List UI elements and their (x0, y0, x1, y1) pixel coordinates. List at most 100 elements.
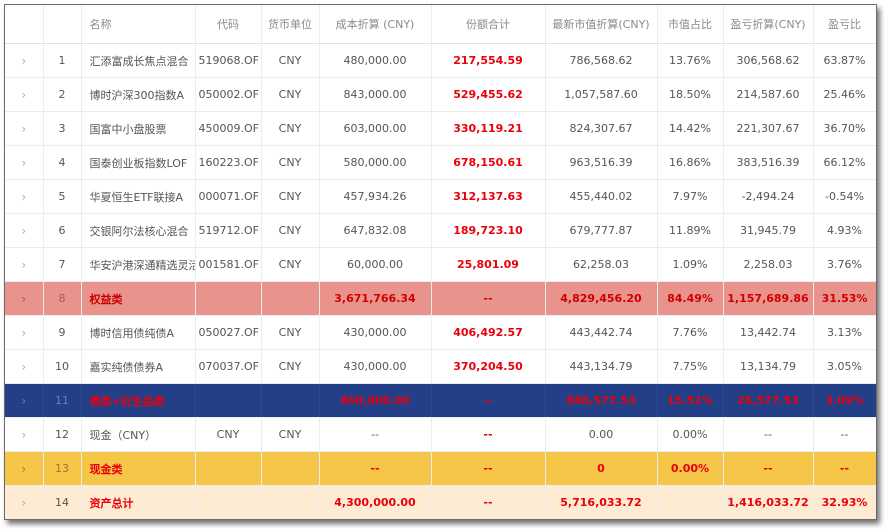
row-code: 000071.OF (195, 179, 262, 214)
row-code: 050002.OF (195, 77, 262, 112)
table-row[interactable]: › 10 嘉实纯债债券A 070037.OF CNY 430,000.00 370,204.… (5, 349, 876, 384)
row-index: 7 (43, 247, 82, 282)
header-pnl[interactable]: 盈亏折算(CNY) (723, 5, 814, 44)
expand-chevron-icon[interactable]: › (5, 485, 44, 519)
header-index (43, 5, 82, 44)
table-row[interactable]: › 2 博时沪深300指数A 050002.OF CNY 843,000.00 529,45… (5, 77, 876, 112)
row-cost: 647,832.08 (319, 213, 432, 248)
expand-chevron-icon[interactable]: › (5, 451, 44, 486)
row-pnl: 221,307.67 (723, 111, 814, 146)
table-row[interactable]: › 1 汇添富成长焦点混合 519068.OF CNY 480,000.00 217,554… (5, 43, 876, 78)
portfolio-table-panel: 名称 代码 货币单位 成本折算 (CNY) 份额合计 最新市值折算(CNY) 市… (4, 4, 877, 520)
summary-row-equity[interactable]: › 8 权益类 3,671,766.34 -- 4,829,456.20 84.49% 1,1… (5, 281, 876, 316)
row-currency: CNY (261, 111, 320, 146)
table-row[interactable]: › 12 现金（CNY） CNY CNY -- -- 0.00 0.00% -- -- (5, 417, 876, 452)
row-currency: CNY (261, 43, 320, 78)
row-market-value: 443,134.79 (545, 349, 658, 384)
row-currency (261, 281, 320, 316)
row-market-value: 62,258.03 (545, 247, 658, 282)
row-index: 3 (43, 111, 82, 146)
row-index: 2 (43, 77, 82, 112)
expand-chevron-icon[interactable]: › (5, 179, 44, 214)
row-index: 10 (43, 349, 82, 384)
row-pnl: -- (723, 451, 814, 486)
row-currency: CNY (261, 77, 320, 112)
expand-chevron-icon[interactable]: › (5, 43, 44, 78)
row-shares: 406,492.57 (431, 315, 546, 350)
expand-chevron-icon[interactable]: › (5, 281, 44, 316)
row-pnl: 306,568.62 (723, 43, 814, 78)
row-name: 资产总计 (81, 485, 196, 519)
row-mv-percent: 15.51% (657, 383, 724, 418)
row-pnl-ratio: 4.93% (813, 213, 876, 248)
row-market-value: 963,516.39 (545, 145, 658, 180)
expand-chevron-icon[interactable]: › (5, 349, 44, 384)
header-pnl-ratio[interactable]: 盈亏比 (813, 5, 876, 44)
row-index: 6 (43, 213, 82, 248)
row-cost: -- (319, 451, 432, 486)
row-pnl-ratio: 66.12% (813, 145, 876, 180)
row-currency: CNY (261, 145, 320, 180)
header-row: 名称 代码 货币单位 成本折算 (CNY) 份额合计 最新市值折算(CNY) 市… (5, 5, 876, 44)
row-mv-percent: 7.75% (657, 349, 724, 384)
holdings-table: 名称 代码 货币单位 成本折算 (CNY) 份额合计 最新市值折算(CNY) 市… (5, 5, 876, 519)
expand-chevron-icon[interactable]: › (5, 77, 44, 112)
header-shares[interactable]: 份额合计 (431, 5, 546, 44)
row-market-value: 455,440.02 (545, 179, 658, 214)
table-row[interactable]: › 3 国富中小盘股票 450009.OF CNY 603,000.00 330,119.2… (5, 111, 876, 146)
row-shares: 189,723.10 (431, 213, 546, 248)
table-row[interactable]: ›7华安沪港深通精选灵活配001581.OFCNY60,000.0025,801… (5, 247, 876, 282)
expand-chevron-icon[interactable]: › (5, 213, 44, 248)
row-index: 5 (43, 179, 82, 214)
row-currency: CNY (261, 349, 320, 384)
row-shares: -- (431, 281, 546, 316)
row-mv-percent: 18.50% (657, 77, 724, 112)
header-mv-percent[interactable]: 市值占比 (657, 5, 724, 44)
expand-chevron-icon[interactable]: › (5, 383, 44, 418)
row-name: 债类+衍生品类 (81, 383, 196, 418)
row-mv-percent: 16.86% (657, 145, 724, 180)
row-name: 博时沪深300指数A (81, 77, 196, 112)
row-name: 华夏恒生ETF联接A (81, 179, 196, 214)
row-currency (261, 485, 320, 519)
table-row[interactable]: › 5 华夏恒生ETF联接A 000071.OF CNY 457,934.26 312,13… (5, 179, 876, 214)
row-name: 交银阿尔法核心混合 (81, 213, 196, 248)
row-shares: 330,119.21 (431, 111, 546, 146)
row-pnl: 13,134.79 (723, 349, 814, 384)
summary-row-cash[interactable]: › 13 现金类 -- -- 0 0.00% -- -- (5, 451, 876, 486)
row-code: CNY (195, 417, 262, 452)
expand-chevron-icon[interactable]: › (5, 111, 44, 146)
expand-chevron-icon[interactable]: › (5, 417, 44, 452)
table-row[interactable]: › 4 国泰创业板指数LOF 160223.OF CNY 580,000.00 678,15… (5, 145, 876, 180)
row-pnl-ratio: 3.05% (813, 349, 876, 384)
expand-chevron-icon[interactable]: › (5, 247, 44, 282)
row-market-value: 886,577.53 (545, 383, 658, 418)
row-index: 8 (43, 281, 82, 316)
row-mv-percent (657, 485, 724, 519)
row-shares: 678,150.61 (431, 145, 546, 180)
table-row[interactable]: › 6 交银阿尔法核心混合 519712.OF CNY 647,832.08 189,723… (5, 213, 876, 248)
row-index: 9 (43, 315, 82, 350)
summary-row-total[interactable]: › 14 资产总计 4,300,000.00 -- 5,716,033.72 1,416,0… (5, 485, 876, 519)
header-cost[interactable]: 成本折算 (CNY) (319, 5, 432, 44)
expand-chevron-icon[interactable]: › (5, 145, 44, 180)
row-name: 现金（CNY） (81, 417, 196, 452)
row-cost: 457,934.26 (319, 179, 432, 214)
row-pnl-ratio: -- (813, 417, 876, 452)
expand-chevron-icon[interactable]: › (5, 315, 44, 350)
header-code[interactable]: 代码 (195, 5, 262, 44)
row-pnl-ratio: 3.76% (813, 247, 876, 282)
row-market-value: 786,568.62 (545, 43, 658, 78)
row-cost: 480,000.00 (319, 43, 432, 78)
row-pnl: -2,494.24 (723, 179, 814, 214)
header-market-value[interactable]: 最新市值折算(CNY) (545, 5, 658, 44)
row-mv-percent: 1.09% (657, 247, 724, 282)
row-pnl: 1,157,689.86 (723, 281, 814, 316)
header-currency[interactable]: 货币单位 (261, 5, 320, 44)
row-pnl-ratio: 25.46% (813, 77, 876, 112)
row-code: 001581.OF (195, 247, 262, 282)
header-name[interactable]: 名称 (81, 5, 196, 44)
summary-row-bond[interactable]: › 11 债类+衍生品类 860,000.00 -- 886,577.53 15.51% 26… (5, 383, 876, 418)
row-pnl: 26,577.53 (723, 383, 814, 418)
table-row[interactable]: › 9 博时信用债纯债A 050027.OF CNY 430,000.00 406,492.… (5, 315, 876, 350)
